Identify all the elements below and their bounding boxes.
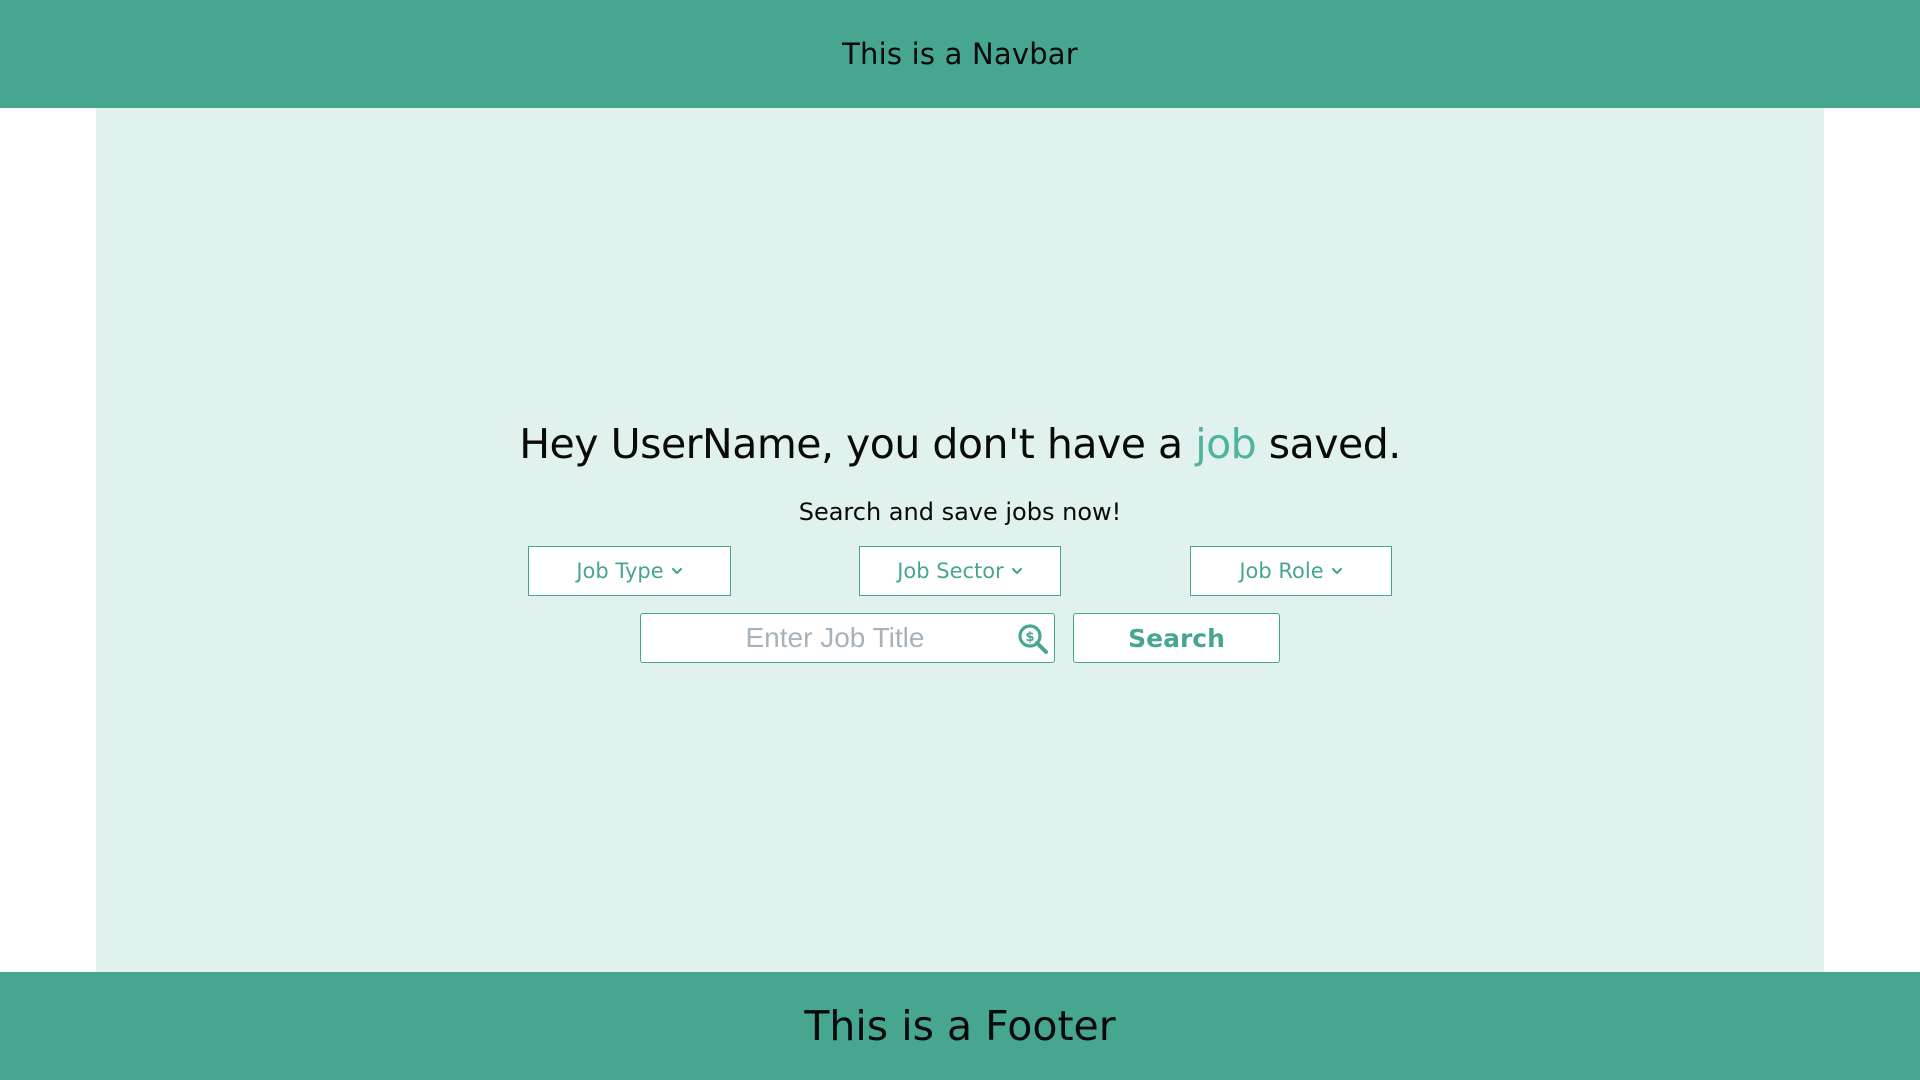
headline-accent: job — [1195, 420, 1257, 468]
job-sector-label: Job Sector — [897, 559, 1004, 583]
job-role-dropdown[interactable]: Job Role — [1190, 546, 1392, 596]
search-dollar-icon[interactable]: $ — [1017, 623, 1049, 655]
navbar: This is a Navbar — [0, 0, 1920, 108]
svg-text:$: $ — [1025, 630, 1034, 645]
job-sector-dropdown[interactable]: Job Sector — [859, 546, 1061, 596]
footer: This is a Footer — [0, 972, 1920, 1080]
empty-state-headline: Hey UserName, you don't have a job saved… — [0, 420, 1920, 468]
headline-prefix: Hey UserName, you don't have a — [519, 420, 1196, 468]
job-role-label: Job Role — [1239, 559, 1324, 583]
footer-title: This is a Footer — [804, 1002, 1116, 1050]
chevron-down-icon — [1331, 567, 1342, 575]
search-button[interactable]: Search — [1073, 613, 1280, 663]
job-type-dropdown[interactable]: Job Type — [528, 546, 731, 596]
empty-state-subline: Search and save jobs now! — [798, 498, 1122, 526]
headline-suffix: saved. — [1256, 420, 1402, 468]
job-title-search-box: $ — [640, 613, 1055, 663]
navbar-title: This is a Navbar — [842, 37, 1078, 71]
job-title-input[interactable] — [641, 614, 1001, 662]
chevron-down-icon — [671, 567, 682, 575]
job-type-label: Job Type — [576, 559, 664, 583]
chevron-down-icon — [1011, 567, 1022, 575]
main-content — [96, 108, 1824, 972]
